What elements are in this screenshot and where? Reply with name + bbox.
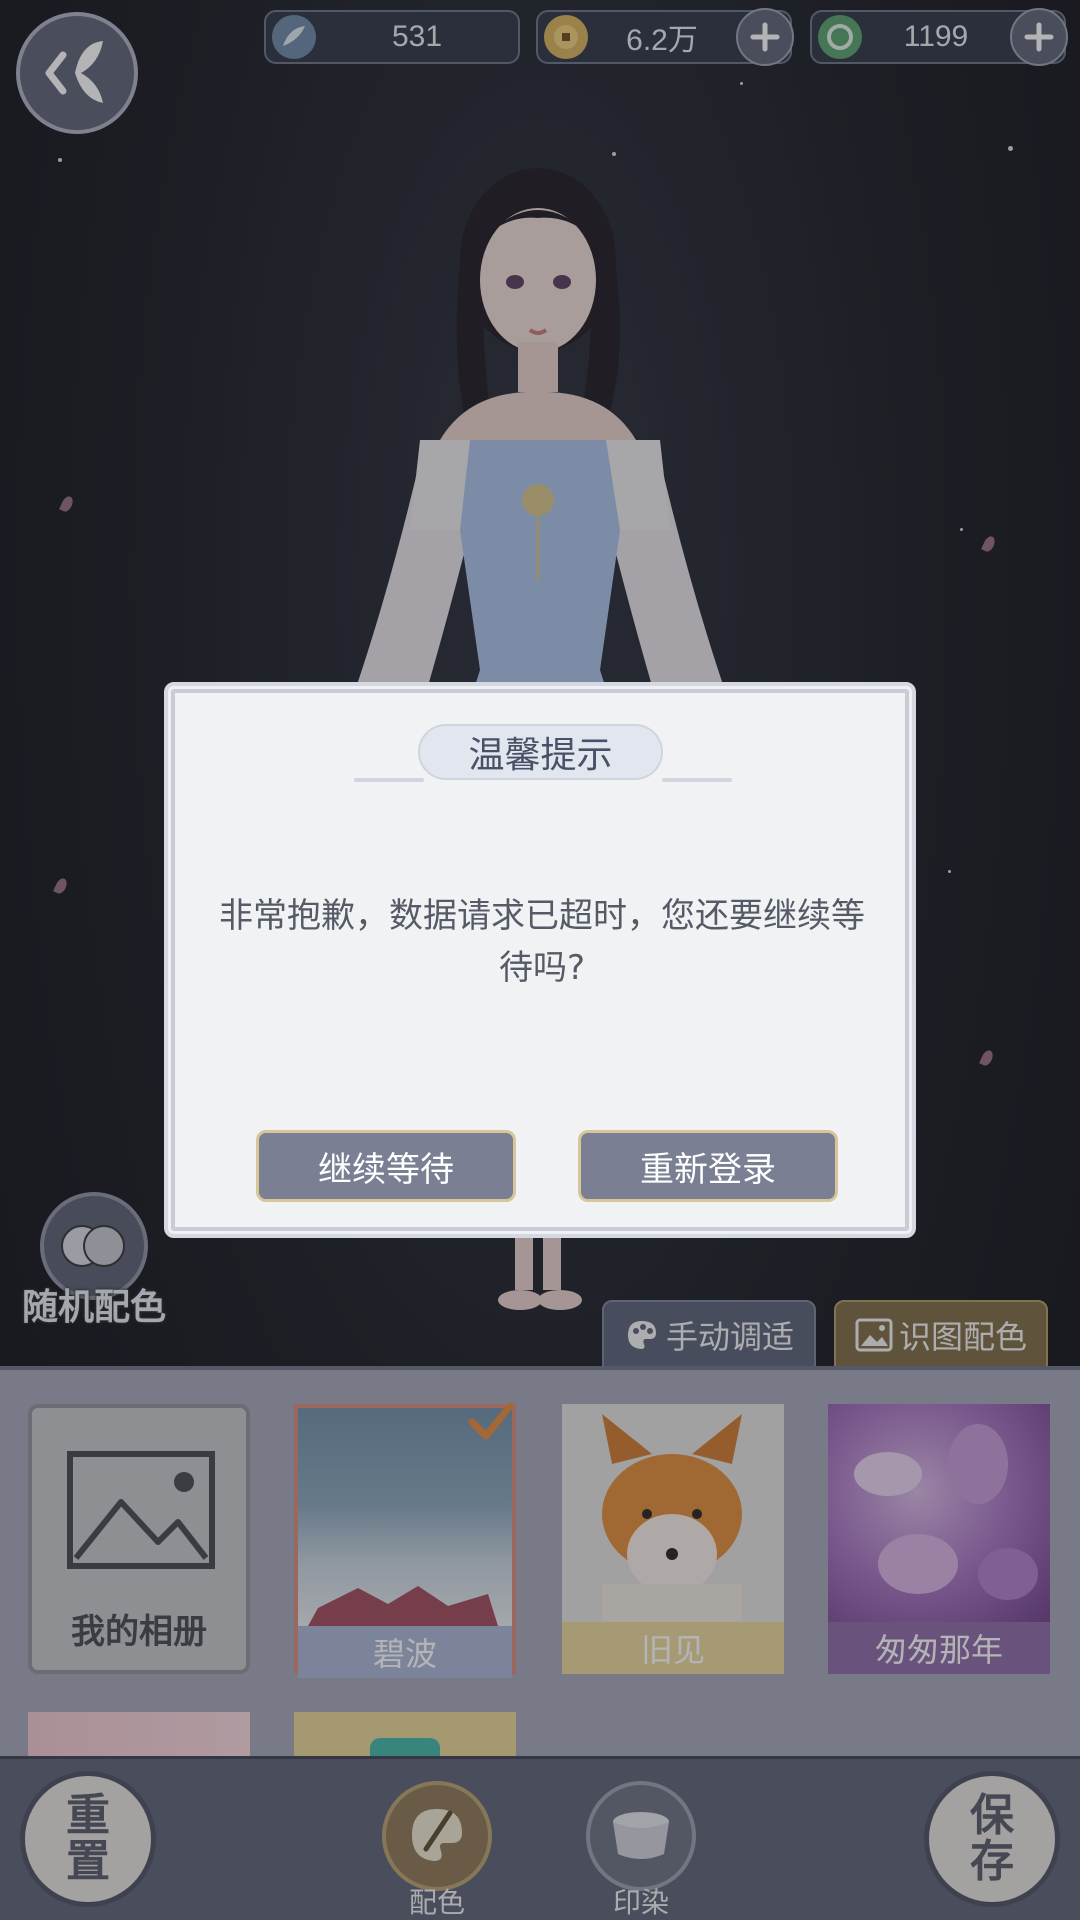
title-ornament-left bbox=[354, 778, 424, 782]
game-scene: 531 6.2万 1199 随机配色 手动调适 识图配色 我的相册 碧波 旧见 … bbox=[0, 0, 1080, 1920]
dialog-title: 温馨提示 bbox=[418, 724, 663, 780]
continue-waiting-button[interactable]: 继续等待 bbox=[256, 1130, 516, 1202]
title-ornament-right bbox=[662, 778, 732, 782]
dialog-message: 非常抱歉，数据请求已超时，您还要继续等待吗? bbox=[219, 896, 865, 988]
warm-tip-dialog: 温馨提示 非常抱歉，数据请求已超时，您还要继续等待吗? 继续等待 重新登录 bbox=[164, 682, 916, 1238]
relogin-button[interactable]: 重新登录 bbox=[578, 1130, 838, 1202]
